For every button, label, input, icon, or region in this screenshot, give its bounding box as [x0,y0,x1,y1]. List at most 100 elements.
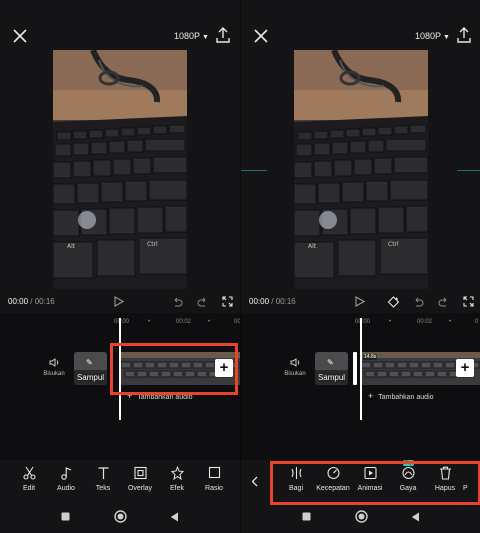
cover-label: Sampul [317,373,346,382]
tool-audio[interactable]: Audio [49,466,83,492]
home-circle-icon[interactable] [355,510,368,523]
play-icon[interactable] [114,296,124,307]
overlay-icon [133,466,147,480]
cover-thumbnail[interactable]: ✎ Sampul [315,352,348,385]
tool-label: Kecepatan [316,485,350,492]
keyboard-photo: Alt Ctrl [53,50,187,289]
tool-edit[interactable]: Edit [12,466,46,492]
time-total: / 00:16 [30,297,55,306]
tool-effects[interactable]: Efek [160,466,194,492]
tool-style[interactable]: Try Gaya [391,460,425,492]
mute-button[interactable]: Bisukan [39,358,69,377]
svg-text:Alt: Alt [308,243,317,250]
tool-speed[interactable]: Kecepatan [316,466,350,492]
style-icon [401,466,415,480]
add-audio-button[interactable]: + Tambahkan audio [368,391,434,401]
tool-ratio[interactable]: Rasio [197,466,231,492]
cover-label: Sampul [76,373,105,382]
redo-icon[interactable] [438,296,449,307]
export-icon[interactable] [457,27,471,43]
video-preview[interactable]: Alt Ctrl [294,50,428,289]
resolution-label: 1080P [174,31,201,41]
ruler-tick-label: 0 [475,319,479,325]
ruler-dot: • [148,319,151,325]
playhead[interactable] [360,318,362,420]
resolution-selector[interactable]: 1080P ▼ [415,31,450,41]
time-total: / 00:16 [271,297,296,306]
tool-label: Audio [57,485,75,492]
ruler-tick-label: 00:02 [417,319,433,325]
svg-text:Ctrl: Ctrl [147,241,158,248]
tool-text[interactable]: Teks [86,466,120,492]
chevron-left-icon[interactable] [251,476,258,487]
alignment-guide [241,170,267,171]
close-icon[interactable] [12,28,28,44]
ruler-tick-label: 00:02 [176,319,192,325]
clip-edit-toolbar: Bagi Kecepatan Animasi Try Gaya Hapus P [241,460,480,502]
ruler-dot: • [389,319,392,325]
tool-label: Edit [22,485,36,492]
close-icon[interactable] [253,28,269,44]
playback-controls: 00:00 / 00:16 [241,294,480,310]
tool-delete[interactable]: Hapus [428,466,462,492]
speaker-icon [290,358,299,367]
android-nav-bar [241,508,480,528]
mute-button[interactable]: Bisukan [280,358,310,377]
tool-label: Hapus [434,485,456,492]
svg-text:Ctrl: Ctrl [388,241,399,248]
recents-square-icon[interactable] [302,512,311,521]
clip-duration: 14.8s [363,354,378,360]
trash-icon [439,466,451,480]
add-clip-button[interactable]: + [456,359,474,377]
time-display: 00:00 / 00:16 [249,297,296,306]
main-toolbar: Edit Audio Teks Overlay Efek Rasio [0,466,240,502]
tool-label: Efek [169,485,184,492]
ruler-tick-label: 00:00 [114,319,130,325]
keyboard-photo: Alt Ctrl [294,50,428,289]
tool-split[interactable]: Bagi [279,466,313,492]
plus-icon: + [368,391,374,401]
resolution-selector[interactable]: 1080P ▼ [174,31,209,41]
tool-label: Animasi [357,485,383,492]
effects-star-icon [170,466,184,480]
music-note-icon [60,467,71,480]
tool-overlay[interactable]: Overlay [123,466,157,492]
add-clip-button[interactable]: + [215,359,233,377]
android-nav-bar [0,508,240,528]
tool-label: Gaya [399,485,417,492]
clip-trim-handle-left[interactable] [353,352,357,385]
time-current: 00:00 [249,297,270,306]
tool-label: P [463,485,468,492]
add-audio-label: Tambahkan audio [137,394,193,401]
tool-animation[interactable]: Animasi [353,466,387,492]
back-triangle-icon[interactable] [170,512,179,522]
video-preview[interactable]: Alt Ctrl [53,50,187,289]
export-icon[interactable] [216,27,230,43]
resolution-label: 1080P [415,31,442,41]
speed-gauge-icon [326,466,340,480]
fullscreen-icon[interactable] [222,296,233,307]
playback-controls: 00:00 / 00:16 [0,294,240,310]
mute-label: Bisukan [284,371,306,377]
ruler-tick-label: 00:00 [355,319,371,325]
tool-label: Overlay [127,485,153,492]
svg-text:Alt: Alt [67,243,76,250]
cover-thumbnail[interactable]: ✎ Sampul [74,352,107,385]
ruler-dot: • [208,319,211,325]
tool-truncated[interactable]: P [463,466,480,492]
top-bar: 1080P ▼ [241,22,480,50]
play-icon[interactable] [355,296,365,307]
recents-square-icon[interactable] [61,512,70,521]
undo-icon[interactable] [172,296,183,307]
caret-down-icon: ▼ [202,34,209,41]
playhead[interactable] [119,318,121,420]
editor-panel-left: 1080P ▼ Alt Ctrl 00:00 / 00:16 00:00 • 0… [0,0,240,533]
fullscreen-icon[interactable] [463,296,474,307]
keyframe-diamond-icon[interactable] [387,296,400,308]
add-audio-button[interactable]: + Tambahkan audio [127,391,193,401]
redo-icon[interactable] [197,296,208,307]
undo-icon[interactable] [413,296,424,307]
tool-label: Rasio [205,485,223,492]
home-circle-icon[interactable] [114,510,127,523]
back-triangle-icon[interactable] [411,512,420,522]
